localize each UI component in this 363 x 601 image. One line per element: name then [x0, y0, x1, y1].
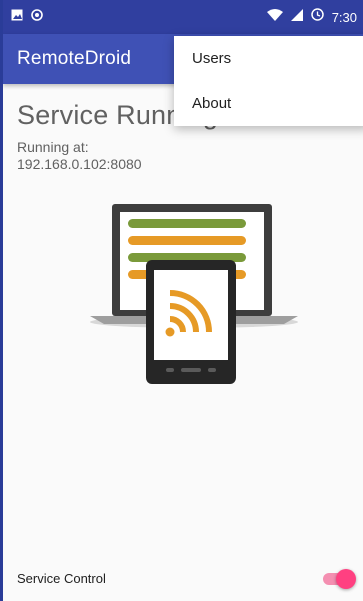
status-right: 7:30: [266, 8, 357, 26]
running-address: 192.168.0.102:8080: [17, 156, 142, 172]
status-left: [11, 8, 43, 26]
service-control-label: Service Control: [17, 571, 106, 586]
menu-item-users[interactable]: Users: [174, 36, 363, 81]
app-title: RemoteDroid: [17, 48, 132, 69]
laptop-phone-illustration: [90, 204, 298, 384]
alarm-icon: [310, 8, 324, 26]
app-screen: 7:30 RemoteDroid Users About Service Run…: [0, 0, 363, 601]
status-bar: 7:30: [3, 0, 363, 34]
image-icon: [11, 8, 23, 26]
status-time: 7:30: [331, 9, 357, 25]
running-at-label: Running at:: [17, 139, 89, 155]
menu-item-about[interactable]: About: [174, 81, 363, 126]
overflow-menu: Users About: [174, 36, 363, 126]
wifi-icon: [266, 8, 283, 26]
signal-icon: [290, 8, 303, 26]
remote-illustration: [88, 200, 300, 386]
switch-thumb: [336, 569, 356, 589]
sync-icon: [31, 8, 43, 26]
service-control-switch[interactable]: [323, 569, 356, 589]
